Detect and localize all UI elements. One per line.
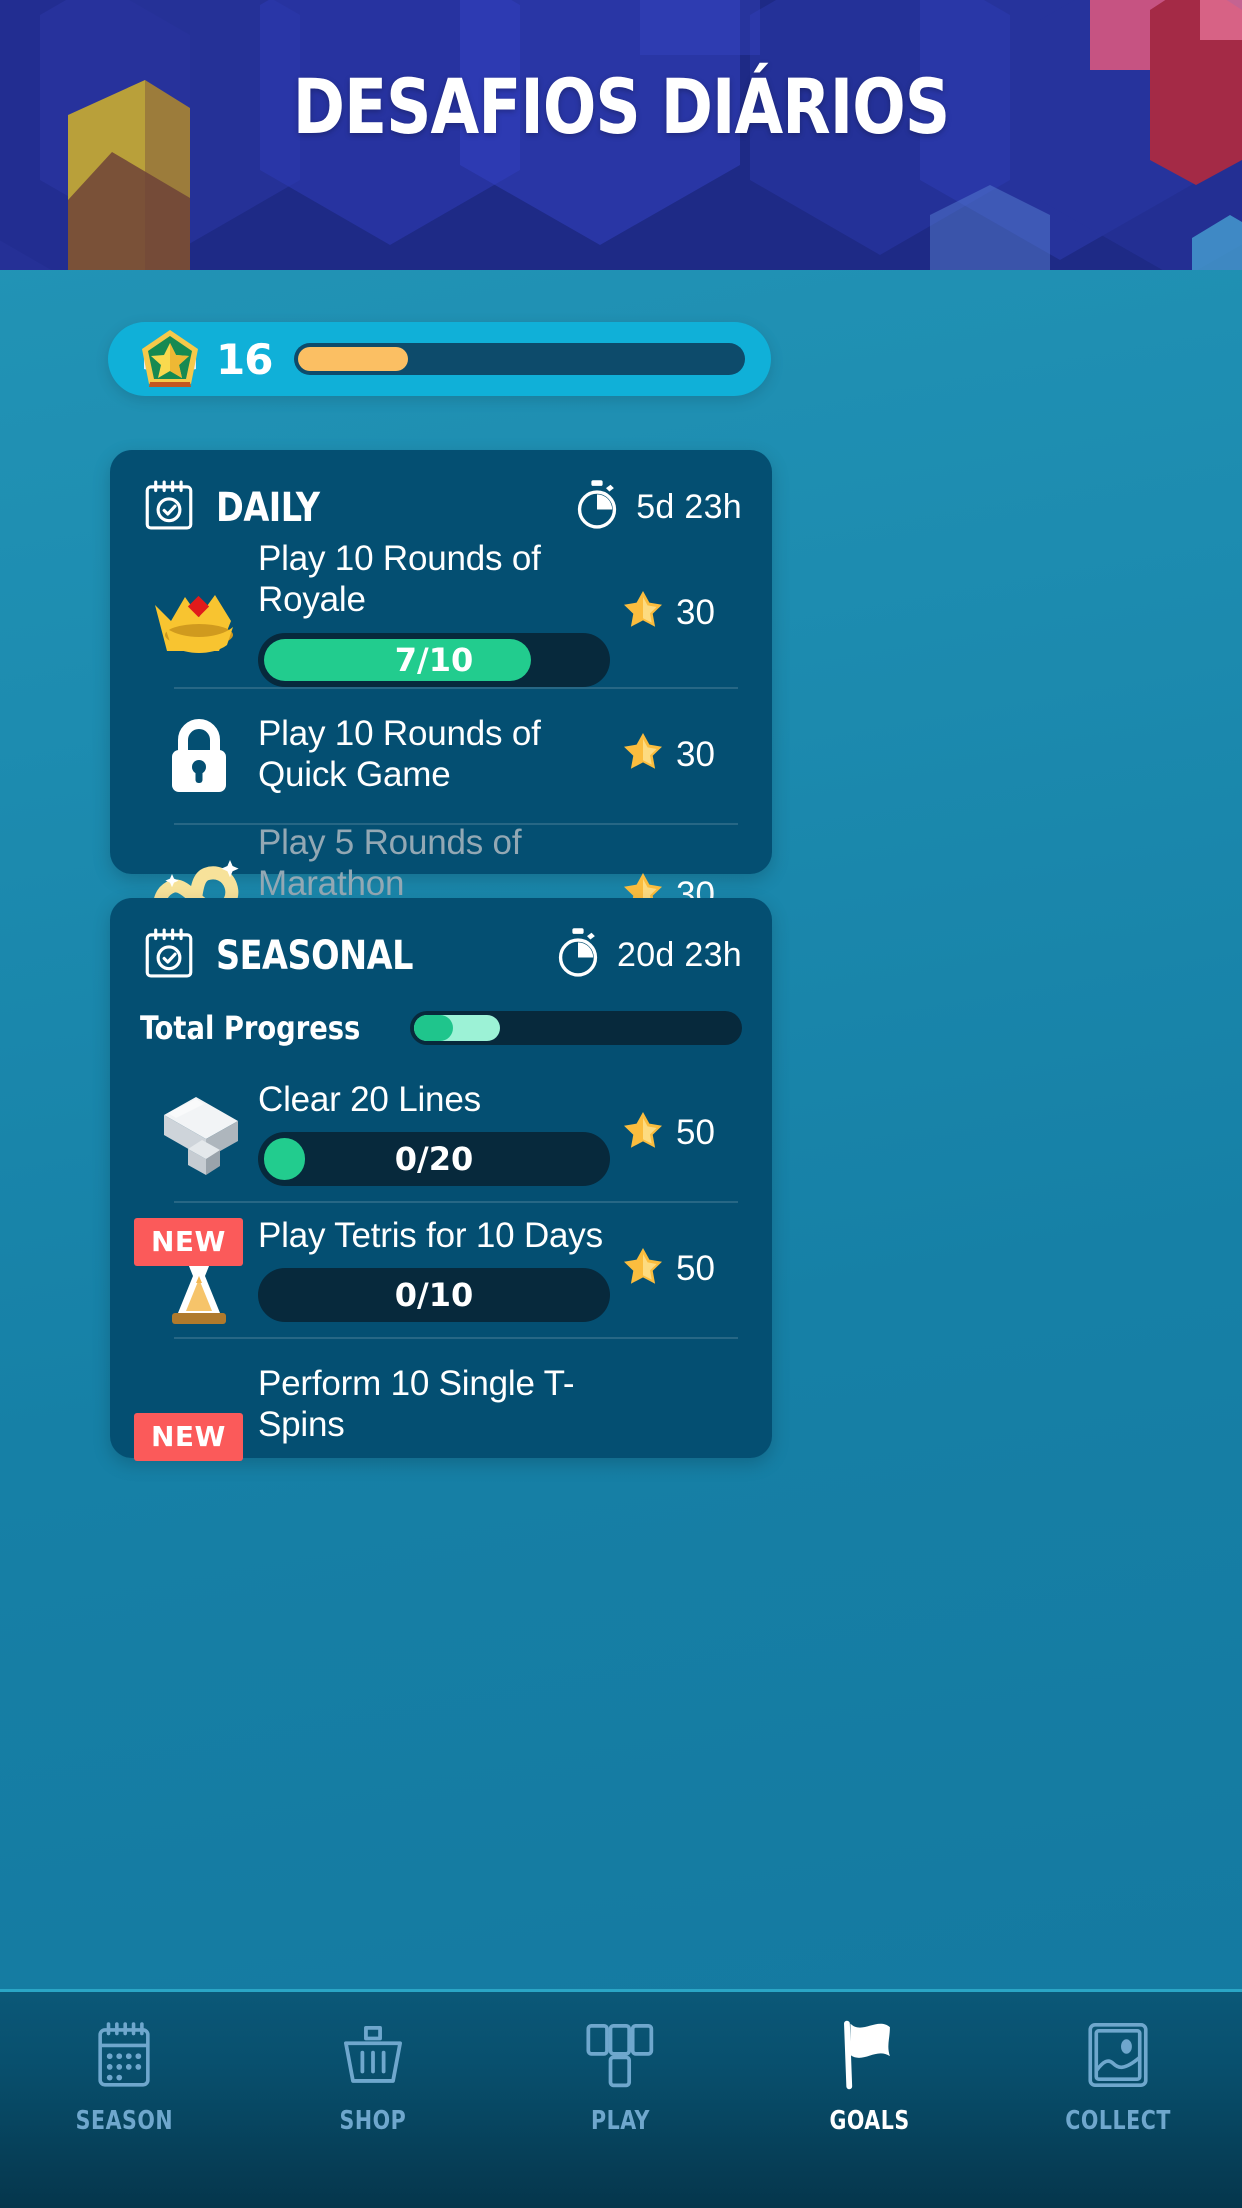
task-reward-value: 30 xyxy=(676,734,715,774)
task-progress-fill xyxy=(264,1138,306,1181)
basket-icon xyxy=(340,2018,406,2092)
task-body: Play 10 Rounds of Royale 7/10 xyxy=(258,539,620,687)
app-root: DESAFIOS DIÁRIOS 16 DAILY 5d 23h Play 10… xyxy=(0,0,1242,2208)
card-frame-icon xyxy=(1085,2018,1151,2092)
seasonal-goals-card: SEASONAL 20d 23h Total Progress Clear 20… xyxy=(110,898,772,1461)
daily-card-title: DAILY xyxy=(216,484,320,531)
task-title: Play 10 Rounds of Royale xyxy=(258,539,541,619)
seasonal-card-title: SEASONAL xyxy=(216,932,413,979)
seasonal-header-left: SEASONAL xyxy=(140,924,428,987)
star-icon xyxy=(620,1108,666,1159)
xp-fill xyxy=(298,347,408,371)
task-title: Perform 10 Single T-Spins xyxy=(258,1364,575,1444)
task-reward-value: 50 xyxy=(676,1113,715,1152)
task-reward: 30 xyxy=(620,729,742,780)
stopwatch-icon xyxy=(572,478,622,537)
daily-header-left: DAILY xyxy=(140,476,327,539)
nav-label-shop: SHOP xyxy=(339,2106,406,2136)
task-progress-label: 0/10 xyxy=(394,1276,474,1315)
stopwatch-icon xyxy=(553,926,603,985)
star-icon xyxy=(620,729,666,780)
task-row[interactable]: NEW Perform 10 Single T-Spins xyxy=(134,1337,742,1473)
crown-icon xyxy=(140,571,258,655)
page-title: DESAFIOS DIÁRIOS xyxy=(292,62,950,151)
nav-label-collect: COLLECT xyxy=(1064,2106,1171,2136)
total-progress-track xyxy=(409,1011,742,1045)
task-row[interactable]: Play 10 Rounds of Quick Game 30 xyxy=(140,686,742,823)
star-icon xyxy=(620,587,666,638)
header-banner: DESAFIOS DIÁRIOS xyxy=(0,0,1242,270)
xp-progress-bar[interactable]: 16 xyxy=(108,322,771,396)
task-progress-label: 7/10 xyxy=(394,640,474,679)
task-title: Play 5 Rounds of Marathon xyxy=(258,822,522,903)
total-progress-fill-primary xyxy=(413,1015,454,1041)
task-reward: 30 xyxy=(620,587,742,638)
task-progress-label: 0/20 xyxy=(394,1140,474,1179)
flag-icon xyxy=(833,2018,905,2092)
hourglass-icon: NEW xyxy=(134,1210,258,1328)
lock-icon xyxy=(140,712,258,798)
tetromino-icon xyxy=(586,2018,656,2092)
seasonal-timer: 20d 23h xyxy=(553,926,742,985)
task-row[interactable]: Play 10 Rounds of Royale 7/10 30 xyxy=(140,539,742,687)
new-badge: NEW xyxy=(134,1413,243,1461)
daily-card-header: DAILY 5d 23h xyxy=(110,450,772,539)
daily-goals-card: DAILY 5d 23h Play 10 Rounds of Royale 7/… xyxy=(110,450,772,967)
task-title: Clear 20 Lines xyxy=(258,1079,481,1119)
task-reward: 50 xyxy=(620,1108,742,1159)
bottom-navigation: SEASON SHOP PLAY GOALS COLLECT xyxy=(0,1989,1242,2208)
task-body: Play Tetris for 10 Days 0/10 xyxy=(258,1216,620,1323)
total-progress-label: Total Progress xyxy=(140,1009,361,1047)
nav-label-goals: GOALS xyxy=(829,2106,910,2136)
task-progress-bar: 0/20 xyxy=(258,1132,610,1187)
total-progress-row: Total Progress xyxy=(110,987,772,1065)
nav-item-season[interactable]: SEASON xyxy=(34,2018,214,2136)
daily-timer: 5d 23h xyxy=(572,478,742,537)
seasonal-card-header: SEASONAL 20d 23h xyxy=(110,898,772,987)
nav-label-season: SEASON xyxy=(75,2106,173,2136)
star-badge-icon xyxy=(138,327,202,391)
nav-item-collect[interactable]: COLLECT xyxy=(1028,2018,1208,2136)
task-reward-value: 50 xyxy=(676,1249,715,1288)
xp-track xyxy=(294,343,745,375)
seasonal-timer-text: 20d 23h xyxy=(616,936,742,974)
t-tetromino-icon xyxy=(140,1087,258,1179)
task-reward-value: 30 xyxy=(676,592,715,632)
task-progress-bar: 0/10 xyxy=(258,1268,610,1323)
calendar-check-icon xyxy=(140,476,198,539)
calendar-icon xyxy=(93,2018,155,2092)
task-progress-bar: 7/10 xyxy=(258,632,610,687)
task-row[interactable]: Clear 20 Lines 0/20 50 xyxy=(140,1065,742,1201)
new-badge: NEW xyxy=(134,1218,243,1266)
task-row[interactable]: NEW Play Tetris for 10 Days 0/10 50 xyxy=(134,1201,742,1337)
nav-item-goals[interactable]: GOALS xyxy=(779,2018,959,2136)
seasonal-task-list: Clear 20 Lines 0/20 50 NEW Play Tetris f… xyxy=(110,1065,772,1473)
task-body: Clear 20 Lines 0/20 xyxy=(258,1080,620,1187)
star-icon xyxy=(620,1244,666,1295)
nav-item-play[interactable]: PLAY xyxy=(531,2018,711,2136)
task-title: Play 10 Rounds of Quick Game xyxy=(258,713,541,794)
nav-label-play: PLAY xyxy=(591,2106,651,2136)
task-body: Play 10 Rounds of Quick Game xyxy=(258,714,620,796)
task-reward: 50 xyxy=(620,1244,742,1295)
xp-level-value: 16 xyxy=(216,334,273,384)
task-title: Play Tetris for 10 Days xyxy=(258,1215,603,1255)
nav-item-shop[interactable]: SHOP xyxy=(283,2018,463,2136)
calendar-check-icon xyxy=(140,924,198,987)
task-body: Perform 10 Single T-Spins xyxy=(258,1364,620,1446)
daily-timer-text: 5d 23h xyxy=(636,488,742,526)
